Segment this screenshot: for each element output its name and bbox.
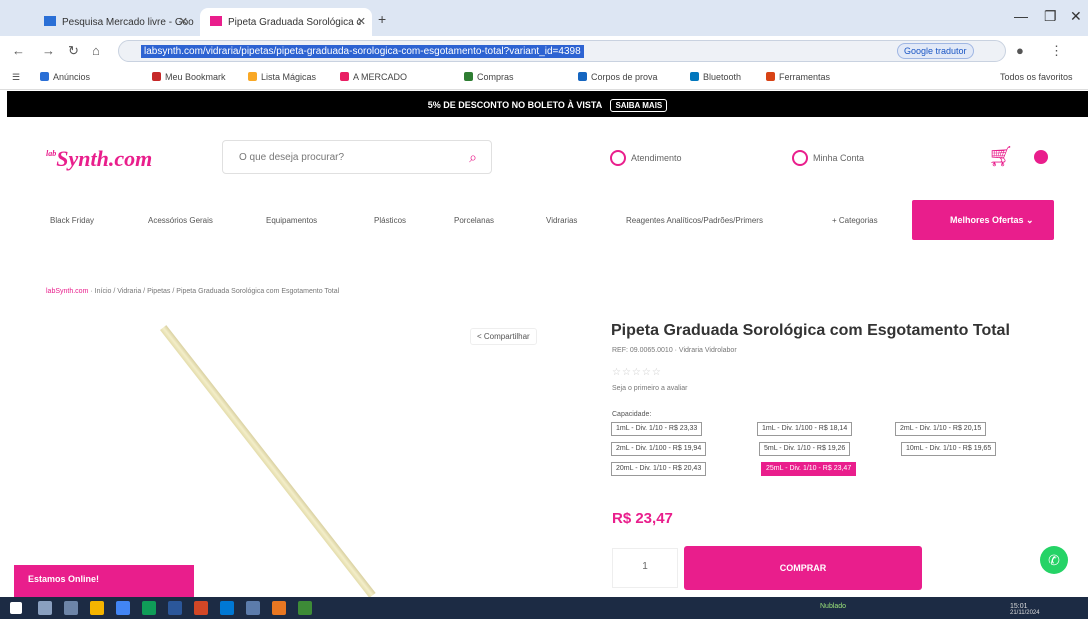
- bookmark-item[interactable]: A MERCADO: [340, 72, 407, 82]
- quantity-stepper[interactable]: 1: [612, 548, 678, 588]
- menu-item[interactable]: Porcelanas: [454, 216, 494, 225]
- capacity-option-selected[interactable]: 25mL - Div. 1/10 - R$ 23,47: [761, 462, 857, 476]
- melhores-ofertas-button[interactable]: Melhores Ofertas ⌄: [912, 200, 1054, 240]
- tab-favicon: [210, 16, 222, 26]
- search-icon[interactable]: [38, 601, 52, 615]
- browser-tabbar: Pesquisa Mercado livre - Google ✕ Pipeta…: [0, 0, 1088, 36]
- clock-time[interactable]: 15:01: [1010, 603, 1028, 610]
- capacity-label: Capacidade:: [612, 411, 652, 418]
- home-icon[interactable]: ⌂: [92, 43, 100, 58]
- capacity-option[interactable]: 2mL - Div. 1/10 - R$ 20,15: [895, 422, 987, 436]
- windows-taskbar: Nublado 15:01 21/11/2024: [0, 597, 1088, 619]
- menu-item[interactable]: Vidrarias: [546, 216, 577, 225]
- share-button[interactable]: < Compartilhar: [470, 328, 537, 345]
- minimize-icon[interactable]: —: [1014, 8, 1028, 24]
- bookmark-item[interactable]: Compras: [464, 72, 514, 82]
- capacity-option[interactable]: 20mL - Div. 1/10 - R$ 20,43: [611, 462, 707, 476]
- bookmark-item[interactable]: Bluetooth: [690, 72, 741, 82]
- promo-text: 5% DE DESCONTO NO BOLETO À VISTA: [427, 100, 602, 110]
- explorer-icon[interactable]: [90, 601, 104, 615]
- bookmark-item[interactable]: Meu Bookmark: [152, 72, 226, 82]
- profile-icon[interactable]: ●: [1016, 43, 1024, 58]
- rating-stars[interactable]: ☆☆☆☆☆: [612, 367, 662, 378]
- breadcrumb-item: Pipeta Graduada Sorológica com Esgotamen…: [176, 288, 340, 295]
- word-icon[interactable]: [168, 601, 182, 615]
- product-title: Pipeta Graduada Sorológica com Esgotamen…: [611, 322, 1010, 339]
- menu-item[interactable]: Acessórios Gerais: [148, 216, 213, 225]
- translate-button[interactable]: Google tradutor: [897, 43, 974, 59]
- saiba-mais-link[interactable]: SAIBA MAIS: [610, 99, 668, 112]
- url-text: labsynth.com/vidraria/pipetas/pipeta-gra…: [141, 45, 584, 58]
- menu-item[interactable]: Equipamentos: [266, 216, 317, 225]
- menu-item[interactable]: Plásticos: [374, 216, 406, 225]
- search-icon[interactable]: ⌕: [469, 149, 477, 166]
- maximize-icon[interactable]: ❐: [1044, 8, 1057, 25]
- excel-icon[interactable]: [142, 601, 156, 615]
- buy-button[interactable]: COMPRAR: [684, 546, 922, 590]
- reload-icon[interactable]: ↻: [68, 43, 79, 59]
- site-logo[interactable]: labSynth.com: [46, 146, 152, 172]
- product-price: R$ 23,47: [612, 510, 673, 527]
- support-icon: [610, 150, 626, 166]
- account-link[interactable]: Minha Conta: [792, 150, 864, 166]
- app-icon[interactable]: [194, 601, 208, 615]
- capacity-option[interactable]: 10mL - Div. 1/10 - R$ 19,65: [901, 442, 997, 456]
- task-view-icon[interactable]: [64, 601, 78, 615]
- reviews-link[interactable]: Seja o primeiro a avaliar: [612, 385, 687, 392]
- bookmark-item[interactable]: Corpos de prova: [578, 72, 658, 82]
- app-icon[interactable]: [246, 601, 260, 615]
- url-input[interactable]: labsynth.com/vidraria/pipetas/pipeta-gra…: [118, 40, 1006, 62]
- capacity-option[interactable]: 1mL - Div. 1/100 - R$ 18,14: [757, 422, 853, 436]
- menu-item[interactable]: + Categorias: [832, 216, 878, 225]
- bookmark-item[interactable]: Lista Mágicas: [248, 72, 316, 82]
- new-tab-icon[interactable]: +: [378, 11, 386, 27]
- breadcrumb: labSynth.com · Início / Vidraria / Pipet…: [46, 288, 340, 295]
- breadcrumb-item[interactable]: labSynth.com: [46, 288, 88, 295]
- forward-icon[interactable]: →: [42, 43, 55, 58]
- app-icon[interactable]: [298, 601, 312, 615]
- tab-search[interactable]: Pesquisa Mercado livre - Google ✕: [34, 8, 194, 36]
- close-window-icon[interactable]: ✕: [1070, 8, 1082, 25]
- all-bookmarks[interactable]: Todos os favoritos: [1000, 72, 1073, 82]
- windows-start-icon[interactable]: [10, 602, 22, 614]
- capacity-option[interactable]: 1mL - Div. 1/10 - R$ 23,33: [611, 422, 703, 436]
- menu-item[interactable]: Black Friday: [50, 216, 94, 225]
- chat-widget[interactable]: Estamos Online!: [14, 565, 194, 597]
- capacity-option[interactable]: 2mL - Div. 1/100 - R$ 19,94: [611, 442, 707, 456]
- whatsapp-icon[interactable]: ✆: [1040, 546, 1068, 574]
- address-bar-row: ← → ↻ ⌂ labsynth.com/vidraria/pipetas/pi…: [0, 36, 1088, 66]
- breadcrumb-item[interactable]: Pipetas: [147, 288, 170, 295]
- breadcrumb-item[interactable]: Vidraria: [117, 288, 141, 295]
- tab-product[interactable]: Pipeta Graduada Sorológica c ✕: [200, 8, 372, 36]
- product-image[interactable]: [150, 322, 590, 597]
- bookmark-item[interactable]: Anúncios: [40, 72, 90, 82]
- clock-date[interactable]: 21/11/2024: [1010, 610, 1040, 616]
- apps-icon[interactable]: ☰: [12, 72, 20, 83]
- site-search[interactable]: O que deseja procurar? ⌕: [222, 140, 492, 174]
- cart-icon[interactable]: 🛒︎: [988, 144, 1013, 169]
- close-tab-icon[interactable]: ✕: [357, 15, 366, 28]
- back-icon[interactable]: ←: [12, 43, 25, 58]
- weather-status[interactable]: Nublado: [820, 603, 846, 610]
- bookmarks-bar: ☰ Anúncios Meu Bookmark Lista Mágicas A …: [0, 66, 1088, 90]
- cart-badge: [1034, 150, 1048, 164]
- atendimento-link[interactable]: Atendimento: [610, 150, 682, 166]
- menu-item[interactable]: Reagentes Analíticos/Padrões/Primers: [626, 216, 763, 225]
- close-tab-icon[interactable]: ✕: [179, 15, 188, 28]
- product-sku: REF: 09.0065.0010 · Vidraria Vidrolabor: [612, 347, 737, 354]
- bookmark-item[interactable]: Ferramentas: [766, 72, 830, 82]
- chrome-icon[interactable]: [116, 601, 130, 615]
- extensions-icon[interactable]: ⋮: [1050, 43, 1063, 59]
- tab-label: Pesquisa Mercado livre - Google: [62, 17, 194, 28]
- tab-favicon: [44, 16, 56, 26]
- app-icon[interactable]: [272, 601, 286, 615]
- outlook-icon[interactable]: [220, 601, 234, 615]
- capacity-option[interactable]: 5mL - Div. 1/10 - R$ 19,26: [759, 442, 851, 456]
- search-input[interactable]: O que deseja procurar?: [239, 152, 344, 163]
- promo-bar: 5% DE DESCONTO NO BOLETO À VISTA SAIBA M…: [7, 91, 1088, 117]
- breadcrumb-item[interactable]: Início: [95, 288, 112, 295]
- user-icon: [792, 150, 808, 166]
- tab-label: Pipeta Graduada Sorológica c: [228, 17, 362, 28]
